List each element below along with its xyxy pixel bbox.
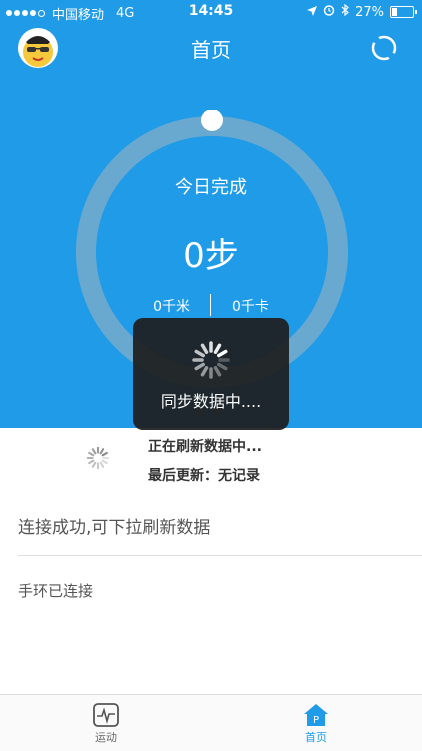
ring-label: 今日完成 — [175, 177, 247, 198]
tab-home[interactable]: P 首页 — [266, 695, 366, 751]
svg-text:P: P — [313, 715, 319, 726]
tab-label: 首页 — [305, 731, 327, 744]
refresh-spinner-icon — [86, 446, 110, 470]
activity-chart-icon — [93, 703, 119, 727]
last-update: 最后更新：无记录 — [148, 468, 260, 484]
status-bar: 中国移动 4G 14:45 27% — [0, 0, 422, 24]
page-title: 首页 — [191, 38, 231, 62]
loading-spinner-icon — [192, 341, 230, 379]
sync-toast: 同步数据中.... — [133, 318, 289, 430]
watch-icon[interactable] — [370, 34, 398, 62]
location-arrow-icon — [307, 5, 318, 20]
divider — [18, 555, 422, 556]
progress-knob — [201, 110, 223, 131]
band-status: 手环已连接 — [18, 582, 94, 600]
toast-message: 同步数据中.... — [160, 392, 262, 411]
calories-value: 0千卡 — [232, 299, 269, 315]
stats-divider — [210, 294, 211, 316]
battery-icon — [390, 6, 417, 18]
home-icon: P — [303, 703, 329, 727]
tab-sport[interactable]: 运动 — [56, 695, 156, 751]
alarm-icon — [323, 4, 335, 20]
battery-percent: 27% — [355, 4, 384, 20]
tab-bar: 运动 P 首页 — [0, 694, 422, 751]
connection-message: 连接成功,可下拉刷新数据 — [18, 518, 211, 538]
bluetooth-icon — [341, 3, 350, 20]
tab-label: 运动 — [95, 731, 117, 744]
distance-value: 0千米 — [153, 299, 190, 315]
step-count: 0步 — [183, 236, 239, 276]
refresh-status: 正在刷新数据中... — [148, 439, 262, 455]
